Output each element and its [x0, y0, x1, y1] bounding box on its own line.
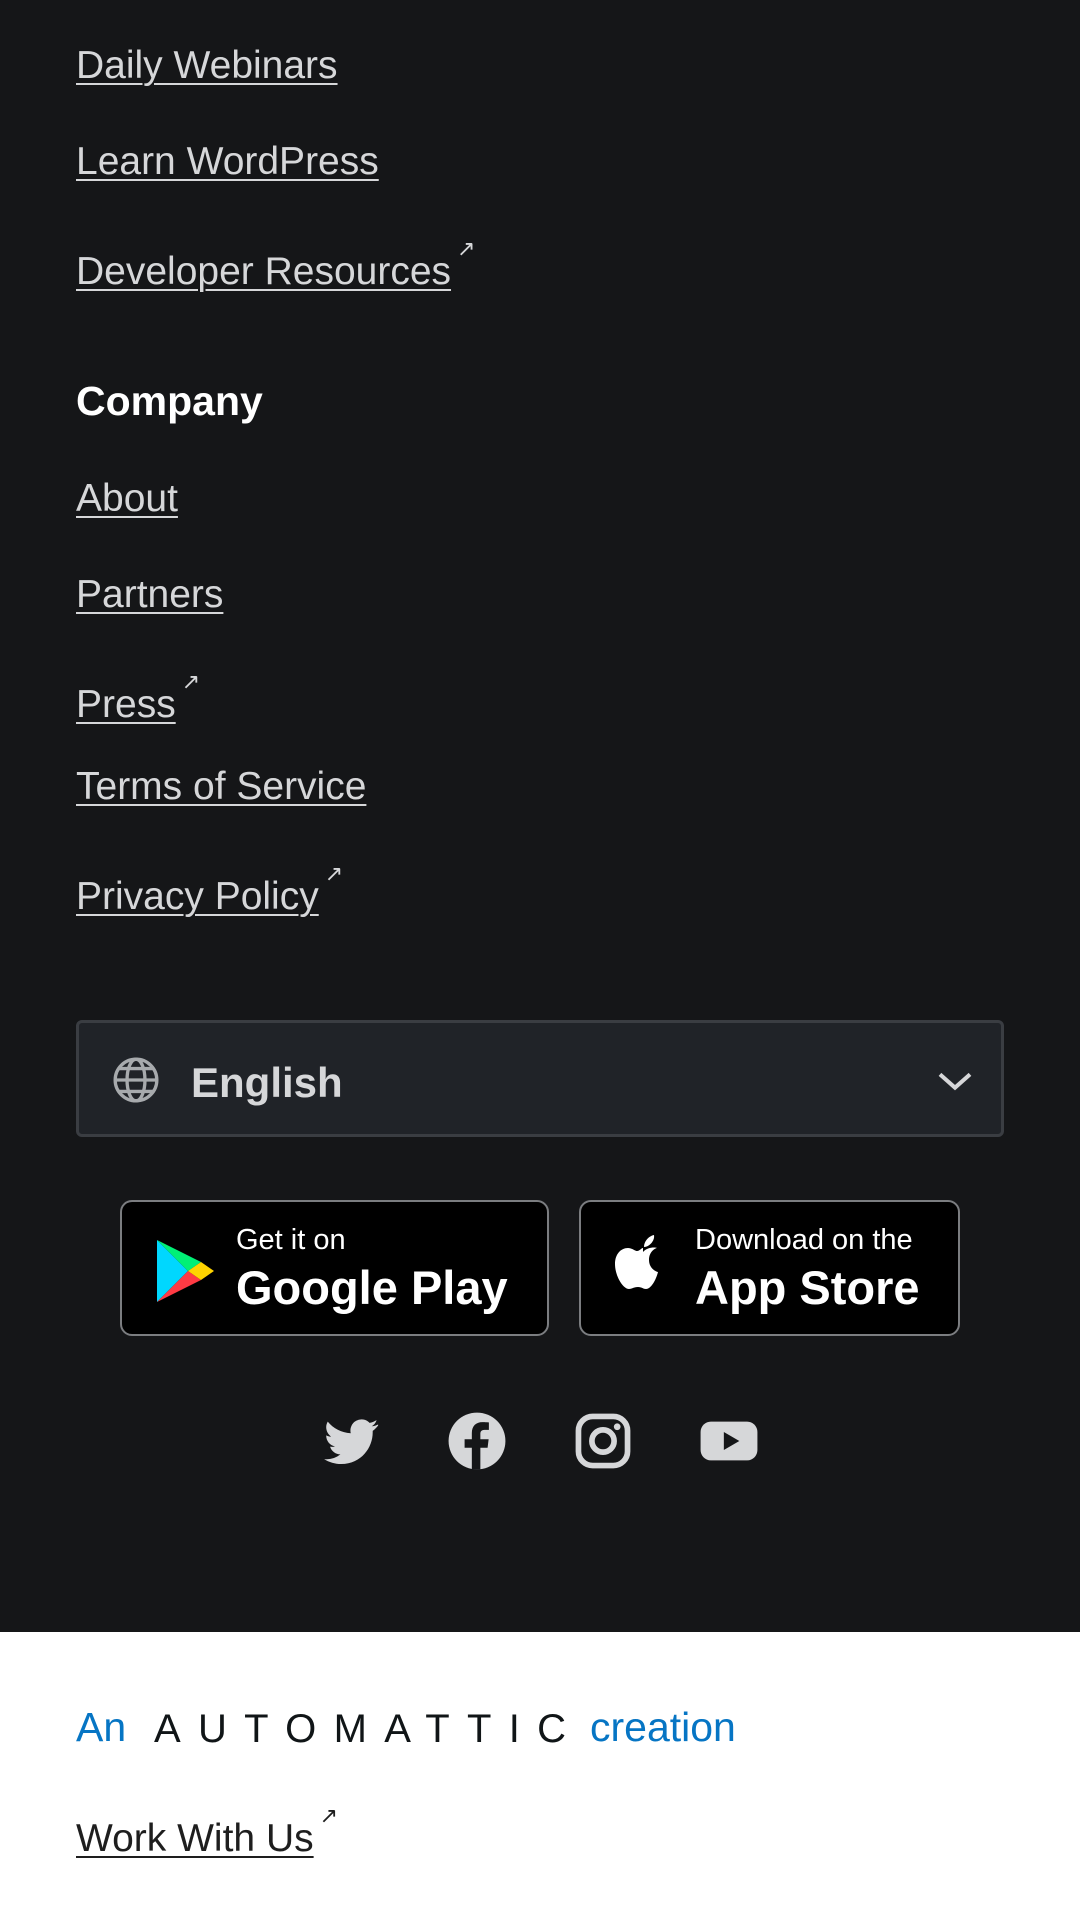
link-label: Learn WordPress — [76, 140, 379, 183]
app-store-small-text: Download on the — [695, 1224, 913, 1256]
external-link-icon: ↗ — [457, 236, 476, 261]
footer-link-developer-resources[interactable]: Developer Resources↗ — [76, 236, 476, 293]
footer-link-press[interactable]: Press↗ — [76, 669, 201, 726]
footer-link-daily-webinars[interactable]: Daily Webinars — [76, 46, 338, 85]
language-selector[interactable]: English — [76, 1020, 1004, 1137]
company-heading: Company — [76, 378, 263, 424]
external-link-icon: ↗ — [324, 861, 344, 886]
automattic-suffix: creation — [590, 1704, 736, 1750]
footer-link-privacy-policy[interactable]: Privacy Policy↗ — [76, 861, 344, 918]
facebook-icon — [448, 1412, 506, 1470]
facebook-link[interactable] — [446, 1410, 508, 1472]
instagram-icon — [575, 1413, 631, 1469]
link-label: About — [76, 477, 178, 520]
youtube-link[interactable] — [698, 1410, 760, 1472]
app-store-badge[interactable]: Download on the App Store — [579, 1200, 960, 1336]
external-link-icon: ↗ — [181, 669, 201, 694]
footer-link-learn-wordpress[interactable]: Learn WordPress — [76, 142, 379, 181]
link-label: Terms of Service — [76, 765, 367, 808]
link-label: Partners — [76, 573, 224, 616]
language-selected-value: English — [191, 1059, 343, 1106]
globe-icon — [113, 1057, 159, 1103]
youtube-icon — [700, 1421, 758, 1461]
app-store-big-text: App Store — [695, 1261, 920, 1314]
google-play-big-text: Google Play — [236, 1261, 508, 1314]
automattic-prefix: An — [76, 1704, 127, 1750]
work-with-us-link[interactable]: Work With Us↗ — [76, 1803, 338, 1861]
instagram-link[interactable] — [572, 1410, 634, 1472]
external-link-icon: ↗ — [319, 1803, 339, 1828]
footer-link-about[interactable]: About — [76, 479, 178, 518]
link-label: Press — [76, 683, 176, 726]
link-label: Privacy Policy — [76, 875, 319, 918]
twitter-icon — [324, 1419, 379, 1464]
apple-icon — [615, 1235, 658, 1289]
link-label: Work With Us — [76, 1817, 314, 1860]
automattic-logo[interactable]: AUTOMATTIC — [154, 1708, 566, 1748]
google-play-badge[interactable]: Get it on Google Play — [120, 1200, 549, 1336]
twitter-link[interactable] — [320, 1410, 382, 1472]
link-label: Developer Resources — [76, 250, 452, 293]
automattic-logo-text: AUTOMATTIC — [154, 1708, 566, 1748]
footer-dark-section: Daily Webinars Learn WordPress Developer… — [0, 0, 1080, 1632]
google-play-icon — [157, 1240, 214, 1302]
link-label: Daily Webinars — [76, 44, 338, 87]
footer-link-terms-of-service[interactable]: Terms of Service — [76, 767, 366, 806]
google-play-small-text: Get it on — [236, 1224, 346, 1256]
chevron-down-icon — [938, 1072, 972, 1091]
footer-link-partners[interactable]: Partners — [76, 575, 223, 614]
